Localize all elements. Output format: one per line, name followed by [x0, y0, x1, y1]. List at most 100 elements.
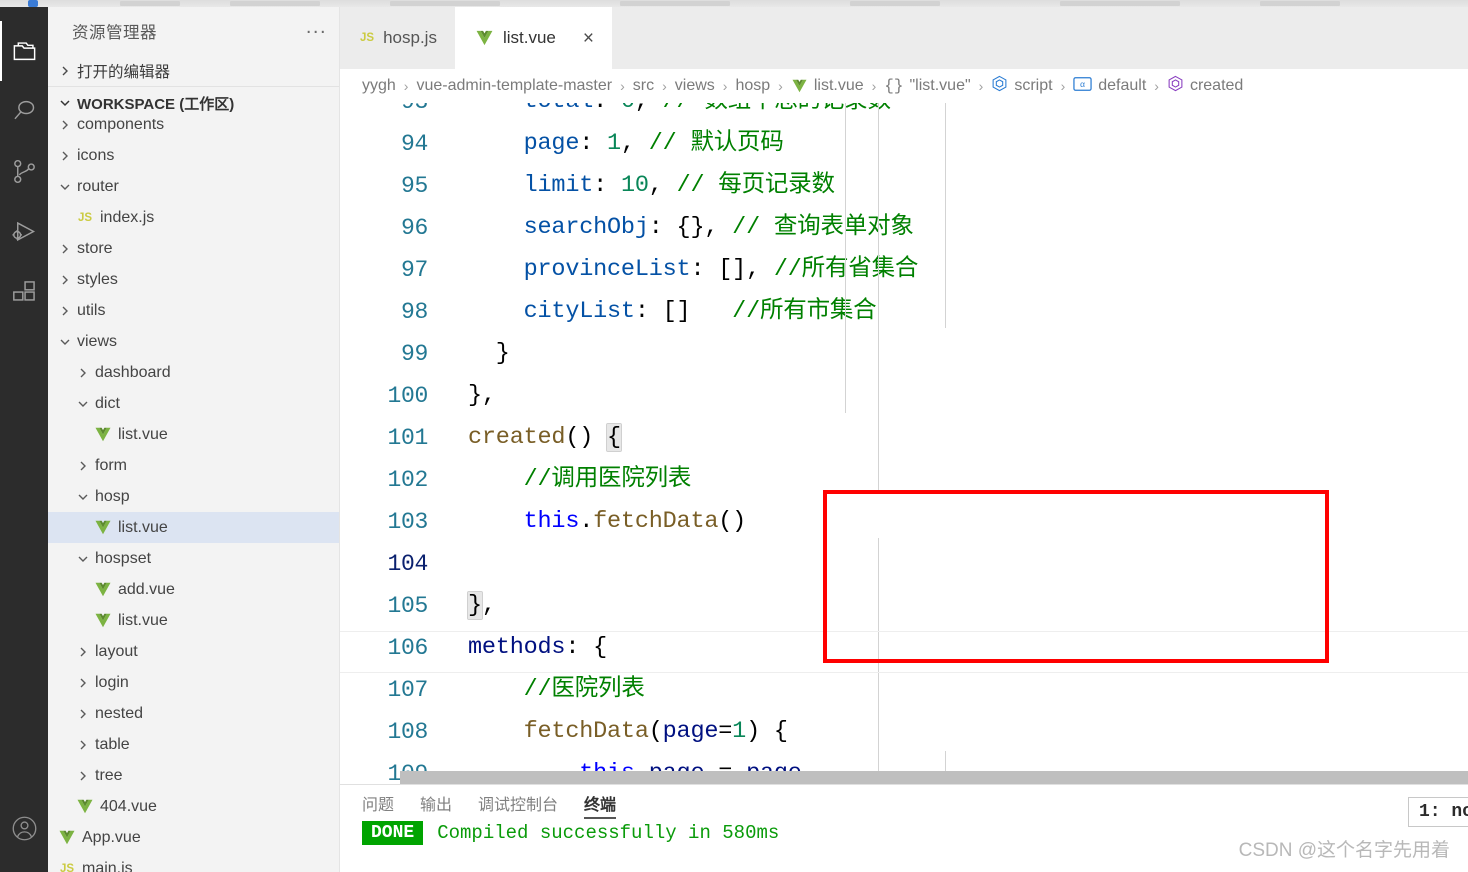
chevron-right-icon — [74, 646, 91, 658]
tree-folder-row[interactable]: login — [48, 667, 339, 698]
breadcrumb-item[interactable]: created — [1167, 75, 1243, 97]
chevron-down-icon — [56, 97, 73, 109]
code-editor[interactable]: 9394959697989910010110210310410510610710… — [340, 103, 1468, 784]
tree-folder-row[interactable]: views — [48, 326, 339, 357]
source-control-icon — [11, 158, 38, 185]
breadcrumb-label: list.vue — [813, 77, 864, 94]
code-line[interactable]: page: 1, // 默认页码 — [468, 123, 784, 165]
open-editors-section[interactable]: 打开的编辑器 — [48, 55, 339, 87]
breadcrumb-item[interactable]: script — [991, 75, 1053, 97]
editor-horizontal-scrollbar[interactable] — [400, 771, 1468, 784]
tree-file-row[interactable]: list.vue — [48, 512, 339, 543]
activity-bar-run-debug[interactable] — [0, 201, 48, 261]
explorer-more-actions-button[interactable]: ... — [306, 17, 327, 40]
breadcrumb-separator-icon: › — [722, 78, 728, 94]
tree-folder-row[interactable]: router — [48, 171, 339, 202]
tree-file-row[interactable]: JS index.js — [48, 202, 339, 233]
panel-tab[interactable]: 调试控制台 — [478, 785, 558, 821]
breadcrumb-separator-icon: › — [978, 78, 984, 94]
panel-tab[interactable]: 输出 — [420, 785, 452, 821]
breadcrumb-item[interactable]: views — [675, 77, 715, 95]
breadcrumb-item[interactable]: α default — [1073, 76, 1146, 96]
tree-item-label: nested — [95, 704, 144, 722]
tree-folder-row[interactable]: dashboard — [48, 357, 339, 388]
breadcrumb-item[interactable]: {} "list.vue" — [884, 77, 970, 95]
tree-item-label: utils — [77, 301, 106, 319]
tree-file-row[interactable]: add.vue — [48, 574, 339, 605]
editor-tab-hosp-js[interactable]: JS hosp.js — [340, 7, 455, 69]
code-token: // 数组中总的记录数 — [663, 103, 891, 115]
workspace-section[interactable]: WORKSPACE (工作区) — [48, 87, 339, 119]
breadcrumb-item[interactable]: src — [633, 77, 654, 95]
tree-folder-row[interactable]: form — [48, 450, 339, 481]
code-line[interactable]: }, — [468, 375, 496, 417]
activity-bar-explorer[interactable] — [0, 21, 48, 81]
vue-file-icon — [92, 613, 114, 628]
activity-bar-source-control[interactable] — [0, 141, 48, 201]
code-token: () — [565, 424, 608, 451]
breadcrumb-item[interactable]: vue-admin-template-master — [416, 77, 612, 95]
tree-folder-row[interactable]: nested — [48, 698, 339, 729]
activity-bar-extensions[interactable] — [0, 261, 48, 321]
code-line[interactable]: provinceList: [], //所有省集合 — [468, 249, 919, 291]
close-icon[interactable]: × — [583, 29, 594, 48]
code-line[interactable]: //调用医院列表 — [468, 459, 692, 501]
tree-folder-row[interactable]: styles — [48, 264, 339, 295]
breadcrumb-item[interactable]: yygh — [362, 77, 396, 95]
tree-folder-row[interactable]: utils — [48, 295, 339, 326]
code-line[interactable]: total: 0, // 数组中总的记录数 — [468, 103, 891, 123]
tree-file-row[interactable]: JS main.js — [48, 853, 339, 872]
line-number: 97 — [400, 257, 428, 283]
line-number: 94 — [400, 131, 428, 157]
tree-folder-row[interactable]: hospset — [48, 543, 339, 574]
panel-tab[interactable]: 问题 — [362, 785, 394, 821]
breadcrumb-separator-icon: › — [1060, 78, 1066, 94]
tree-folder-row[interactable]: tree — [48, 760, 339, 791]
breadcrumb-item[interactable]: list.vue — [791, 77, 864, 95]
explorer-icon — [11, 38, 38, 65]
panel-tab[interactable]: 终端 — [584, 785, 617, 821]
code-line[interactable] — [468, 543, 482, 585]
tree-file-row[interactable]: 404.vue — [48, 791, 339, 822]
editor-tab-list-vue[interactable]: list.vue × — [454, 7, 612, 69]
tree-folder-row[interactable]: icons — [48, 140, 339, 171]
vue-file-icon — [791, 79, 808, 93]
breadcrumb-separator-icon: › — [871, 78, 877, 94]
tree-folder-row[interactable]: components — [48, 119, 339, 140]
code-line[interactable]: fetchData(page=1) { — [468, 711, 788, 753]
indent-guide — [878, 538, 879, 784]
js-file-icon: JS — [360, 32, 375, 44]
tree-folder-row[interactable]: layout — [48, 636, 339, 667]
code-content[interactable]: total: 0, // 数组中总的记录数 page: 1, // 默认页码 l… — [467, 103, 1468, 784]
code-line[interactable]: } — [468, 333, 510, 375]
terminal-message: Compiled successfully in 580ms — [437, 822, 780, 844]
code-token: // 查询表单对象 — [732, 214, 914, 241]
chevron-right-icon — [56, 150, 73, 162]
code-line[interactable]: limit: 10, // 每页记录数 — [468, 165, 835, 207]
code-line[interactable]: methods: { — [468, 627, 607, 669]
tree-file-row[interactable]: list.vue — [48, 605, 339, 636]
breadcrumb-item[interactable]: hosp — [735, 77, 770, 95]
code-line[interactable]: this.fetchData() — [468, 501, 747, 543]
tree-folder-row[interactable]: store — [48, 233, 339, 264]
tree-file-row[interactable]: App.vue — [48, 822, 339, 853]
terminal-selector-dropdown[interactable]: 1: node — [1408, 797, 1468, 827]
code-line[interactable]: }, — [467, 585, 496, 627]
code-line[interactable]: //医院列表 — [468, 669, 645, 711]
code-token: //调用医院列表 — [523, 466, 692, 493]
extensions-icon — [11, 278, 38, 305]
tree-folder-row[interactable]: dict — [48, 388, 339, 419]
activity-bar-search[interactable] — [0, 81, 48, 141]
tree-folder-row[interactable]: hosp — [48, 481, 339, 512]
activity-bar-account[interactable] — [0, 798, 48, 858]
code-line[interactable]: cityList: [] //所有市集合 — [468, 291, 877, 333]
code-token: : — [648, 214, 677, 241]
code-line[interactable]: searchObj: {}, // 查询表单对象 — [468, 207, 914, 249]
code-token: 10 — [620, 172, 649, 199]
code-line[interactable]: created() { — [468, 417, 622, 459]
tree-file-row[interactable]: list.vue — [48, 419, 339, 450]
tree-folder-row[interactable]: table — [48, 729, 339, 760]
chevron-right-icon — [74, 770, 91, 782]
